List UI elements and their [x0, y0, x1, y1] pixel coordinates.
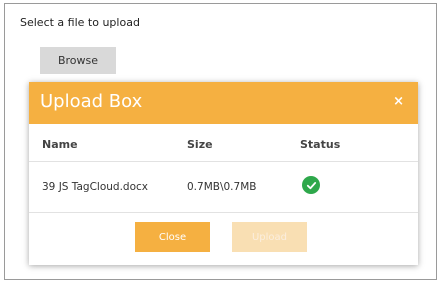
column-header-name: Name [42, 138, 78, 151]
close-icon[interactable]: × [393, 94, 404, 109]
dialog-header: Upload Box × [29, 82, 418, 124]
file-name: 39 JS TagCloud.docx [42, 181, 148, 193]
dialog-title: Upload Box [40, 91, 143, 112]
column-header-status: Status [300, 138, 341, 151]
column-header-size: Size [187, 138, 213, 151]
browse-button[interactable]: Browse [40, 47, 116, 74]
upload-button[interactable]: Upload [232, 222, 307, 252]
file-size: 0.7MB\0.7MB [187, 181, 257, 193]
table-header: Name Size Status [29, 124, 418, 162]
upload-dialog: Upload Box × Name Size Status 39 JS TagC… [29, 82, 418, 265]
table-row: 39 JS TagCloud.docx 0.7MB\0.7MB [29, 162, 418, 213]
close-button[interactable]: Close [135, 222, 210, 252]
upload-prompt: Select a file to upload [20, 16, 140, 29]
success-check-icon [302, 176, 320, 194]
